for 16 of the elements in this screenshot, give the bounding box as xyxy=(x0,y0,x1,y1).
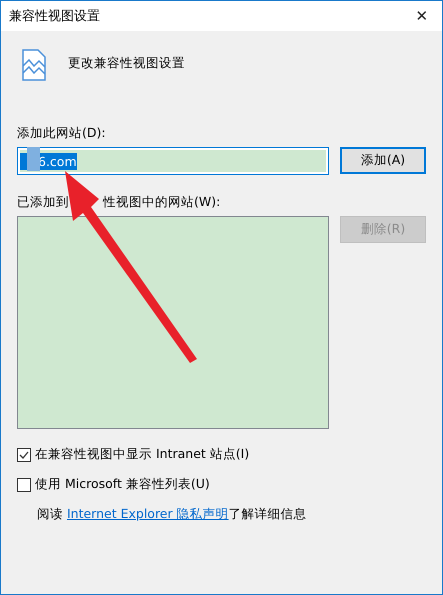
checkbox-label: 使用 Microsoft 兼容性列表(U) xyxy=(35,476,210,493)
privacy-text: 阅读 Internet Explorer 隐私声明了解详细信息 xyxy=(37,506,308,523)
redaction-block xyxy=(27,147,40,171)
privacy-link[interactable]: Internet Explorer 隐私声明 xyxy=(66,506,229,521)
checkbox-label: 在兼容性视图中显示 Intranet 站点(I) xyxy=(35,446,250,463)
field-label: 添加此网站(D): xyxy=(17,125,107,142)
close-button[interactable]: ✕ xyxy=(402,1,442,31)
window-title: 兼容性视图设置 xyxy=(9,8,100,25)
list-label: 已添加到 xyxy=(17,194,69,211)
website-list[interactable] xyxy=(17,216,329,429)
add-button[interactable]: 添加(A) xyxy=(340,147,426,174)
heading-text: 更改兼容性视图设置 xyxy=(68,55,185,72)
checkbox[interactable] xyxy=(17,478,31,492)
list-label: 性视图中的网站(W): xyxy=(103,194,220,211)
checkbox[interactable] xyxy=(17,448,31,462)
document-icon xyxy=(22,49,46,81)
